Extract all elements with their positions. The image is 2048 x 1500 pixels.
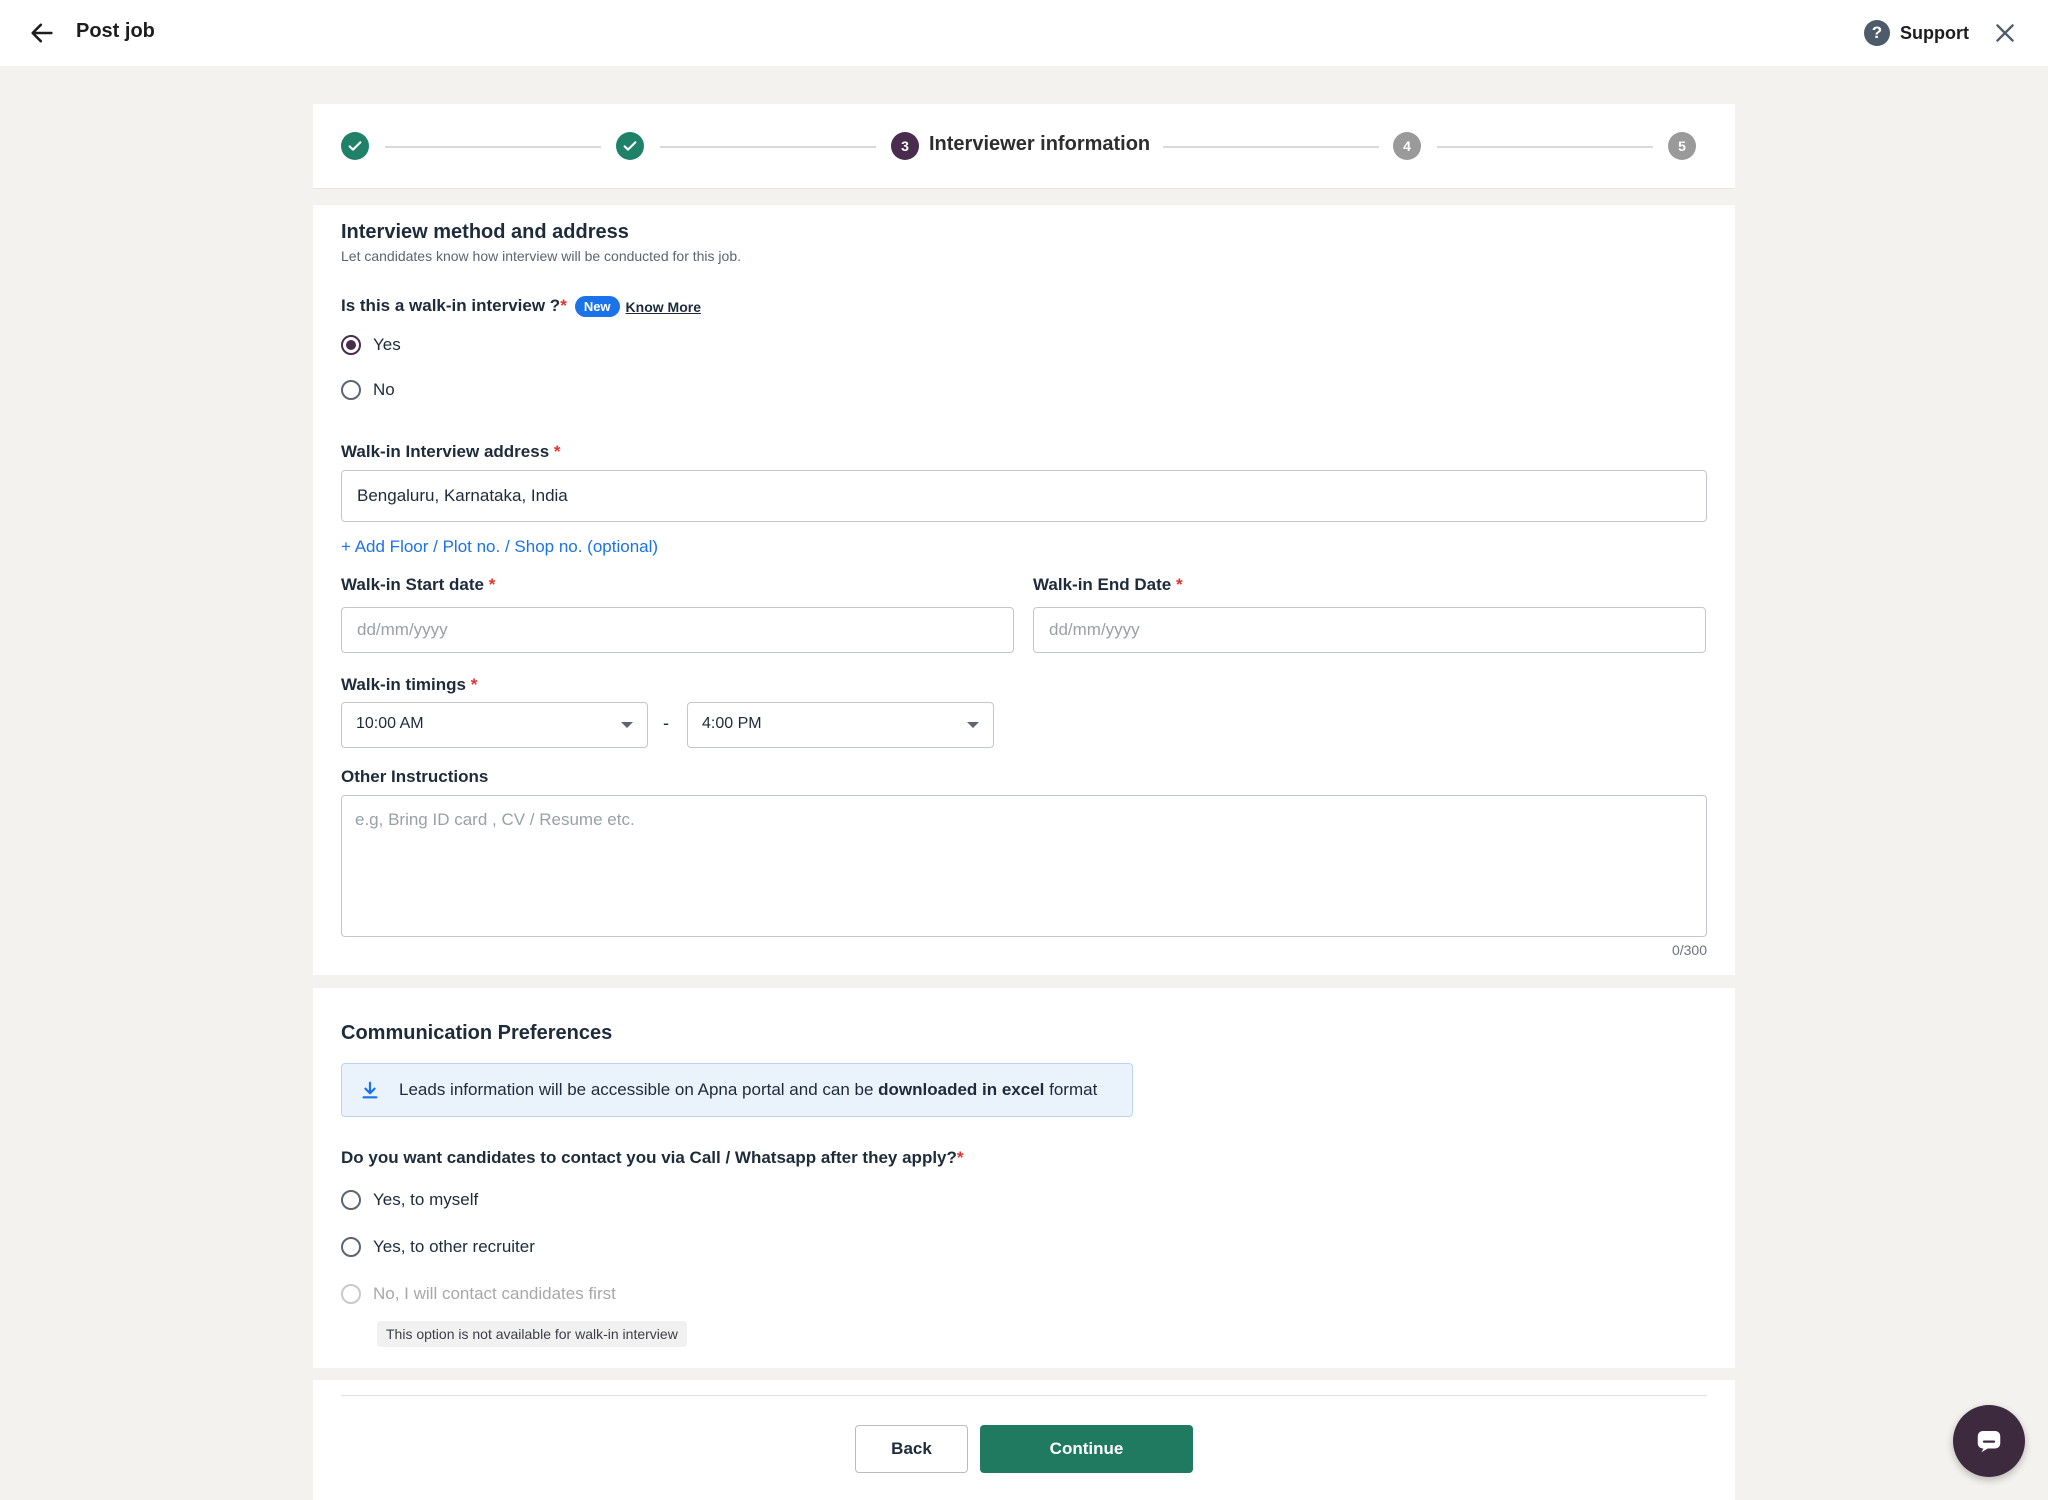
contact-other-recruiter-option[interactable]: Yes, to other recruiter [341,1237,535,1257]
divider [341,1395,1707,1396]
step-3-label: Interviewer information [929,133,1151,155]
top-bar: Post job ? Support [0,0,2048,66]
time-from-value: 10:00 AM [356,715,424,732]
disabled-option-note: This option is not available for walk-in… [377,1321,687,1347]
start-date-label: Walk-in Start date * [341,575,495,595]
info-banner: Leads information will be accessible on … [341,1063,1133,1117]
progress-stepper: 3 Interviewer information 4 5 [313,104,1735,189]
timings-label-text: Walk-in timings [341,675,466,694]
radio-no-label: No [373,380,395,399]
page-title: Post job [76,20,155,42]
step-4: 4 [1393,132,1421,160]
step-connector [1437,146,1653,148]
address-input[interactable] [341,470,1707,522]
chat-icon [1977,1431,2001,1453]
back-button[interactable]: Back [855,1425,968,1473]
walkin-question-text: Is this a walk-in interview ? [341,296,561,315]
start-date-label-text: Walk-in Start date [341,575,484,594]
step-connector [1163,146,1379,148]
required-mark: * [560,296,567,315]
start-date-input[interactable] [341,607,1014,653]
step-3-current: 3 [891,132,919,160]
walkin-question: Is this a walk-in interview ?* New Know Mo… [341,296,701,318]
contact-none-option: No, I will contact candidates first [341,1284,616,1304]
address-label: Walk-in Interview address * [341,442,561,462]
banner-text: Leads information will be accessible on … [399,1080,1097,1100]
section-title: Communication Preferences [341,1022,613,1044]
radio-no-contact [341,1284,361,1304]
banner-text-bold: downloaded in excel [878,1080,1045,1099]
chevron-down-icon [967,722,979,728]
radio-myself-label: Yes, to myself [373,1190,479,1209]
help-icon: ? [1864,20,1890,46]
required-mark: * [1175,575,1183,594]
timings-label: Walk-in timings * [341,675,477,695]
contact-question-text: Do you want candidates to contact you vi… [341,1148,957,1167]
step-connector [660,146,876,148]
end-date-input[interactable] [1033,607,1706,653]
required-mark: * [956,1148,964,1167]
contact-myself-option[interactable]: Yes, to myself [341,1190,478,1210]
banner-text-end: format [1044,1080,1098,1099]
banner-text-start: Leads information will be accessible on … [399,1080,879,1099]
contact-question: Do you want candidates to contact you vi… [341,1148,964,1168]
add-floor-link[interactable]: + Add Floor / Plot no. / Shop no. (optio… [341,537,658,557]
radio-no-contact-label: No, I will contact candidates first [373,1284,616,1303]
download-icon [362,1081,378,1099]
end-date-label-text: Walk-in End Date [1033,575,1172,594]
required-mark: * [488,575,496,594]
instructions-label: Other Instructions [341,767,489,786]
radio-no[interactable] [341,380,361,400]
chevron-down-icon [621,722,633,728]
footer-actions: Back Continue [313,1380,1735,1500]
radio-other-recruiter[interactable] [341,1237,361,1257]
time-to-value: 4:00 PM [702,715,762,732]
end-date-label: Walk-in End Date * [1033,575,1183,595]
know-more-link[interactable]: Know More [626,299,701,315]
interview-method-card: Interview method and address Let candida… [313,205,1735,975]
step-5: 5 [1668,132,1696,160]
time-from-select[interactable]: 10:00 AM [341,702,648,748]
step-2-complete-icon [616,132,644,160]
chat-button[interactable] [1953,1405,2025,1477]
radio-myself[interactable] [341,1190,361,1210]
support-button[interactable]: ? Support [1864,20,1969,46]
close-icon[interactable] [1992,20,2018,46]
step-1-complete-icon [341,132,369,160]
time-separator: - [663,713,669,733]
address-label-text: Walk-in Interview address [341,442,550,461]
radio-yes[interactable] [341,335,361,355]
section-title: Interview method and address [341,221,629,243]
communication-card: Communication Preferences Leads informat… [313,988,1735,1368]
required-mark: * [553,442,561,461]
new-badge: New [574,296,620,318]
back-arrow-icon[interactable] [28,19,56,47]
continue-button[interactable]: Continue [980,1425,1193,1473]
step-connector [385,146,601,148]
radio-yes-label: Yes [373,335,401,354]
walkin-yes-option[interactable]: Yes [341,335,401,355]
section-subtitle: Let candidates know how interview will b… [341,248,741,264]
time-to-select[interactable]: 4:00 PM [687,702,994,748]
instructions-textarea[interactable] [341,795,1707,937]
radio-other-recruiter-label: Yes, to other recruiter [373,1237,535,1256]
required-mark: * [470,675,478,694]
walkin-no-option[interactable]: No [341,380,395,400]
character-counter: 0/300 [1671,942,1707,958]
support-label: Support [1900,22,1969,43]
